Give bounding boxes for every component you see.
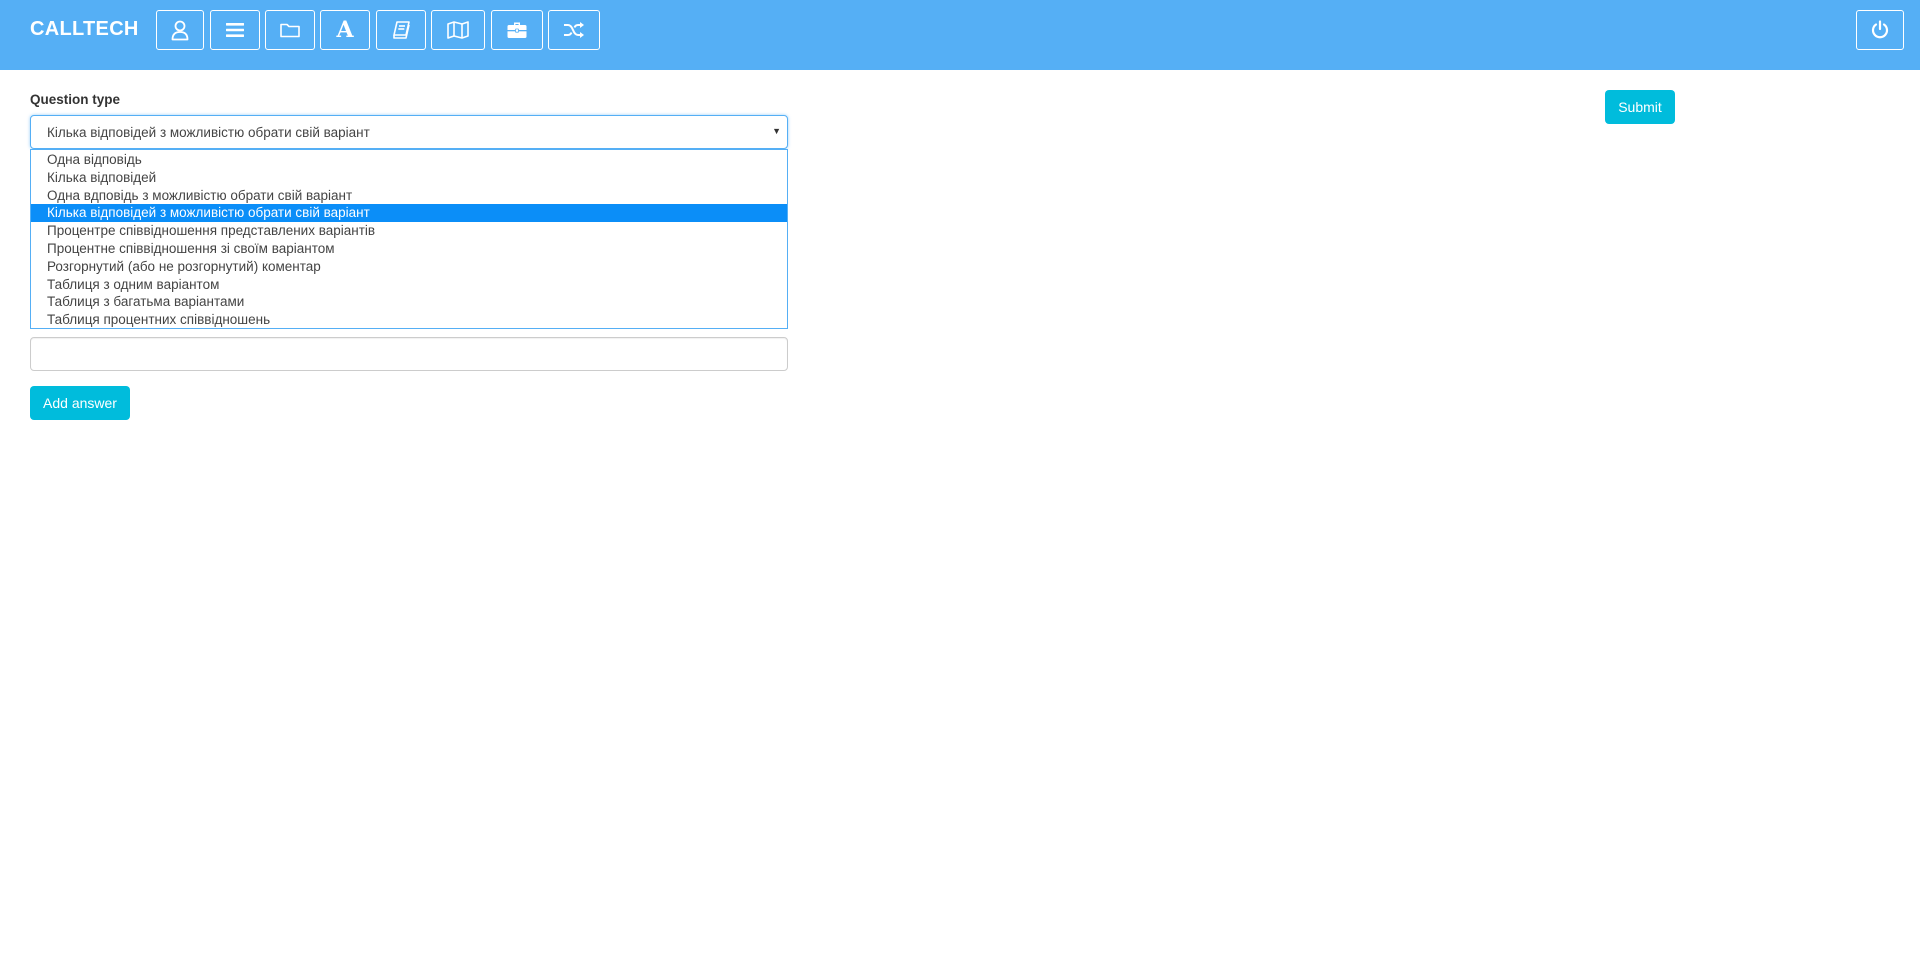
nav-folder-button[interactable]	[265, 10, 315, 50]
user-icon	[171, 20, 189, 41]
nav-font-button[interactable]: A	[320, 10, 370, 50]
question-type-option[interactable]: Процентне співвідношення зі своїм варіан…	[31, 240, 787, 258]
brand-logo[interactable]: CALLTECH	[30, 18, 139, 41]
power-icon	[1871, 20, 1889, 39]
book-icon	[393, 21, 410, 39]
shuffle-icon	[564, 22, 584, 38]
question-type-option[interactable]: Таблиця з одним варіантом	[31, 276, 787, 294]
folder-icon	[280, 23, 300, 38]
top-navbar: CALLTECH A	[0, 0, 1920, 70]
question-type-option[interactable]: Таблиця процентних співвідношень	[31, 311, 787, 329]
question-type-option[interactable]: Одна відповідь	[31, 151, 787, 169]
question-type-option[interactable]: Одна вдповідь з можливістю обрати свій в…	[31, 187, 787, 205]
logout-button[interactable]	[1856, 10, 1904, 50]
nav-list-button[interactable]	[210, 10, 260, 50]
question-type-selected-value: Кілька відповідей з можливістю обрати св…	[47, 125, 370, 140]
nav-shuffle-button[interactable]	[548, 10, 600, 50]
question-type-option[interactable]: Таблиця з багатьма варіантами	[31, 293, 787, 311]
font-icon: A	[336, 17, 354, 43]
submit-button[interactable]: Submit	[1605, 90, 1675, 124]
briefcase-icon	[507, 22, 527, 38]
map-icon	[447, 21, 469, 39]
question-type-option-selected[interactable]: Кілька відповідей з можливістю обрати св…	[31, 204, 787, 223]
question-type-option[interactable]: Процентре співвідношення представлених в…	[31, 222, 787, 240]
dropdown-arrow-icon: ▼	[772, 126, 781, 136]
add-answer-button[interactable]: Add answer	[30, 386, 130, 420]
question-type-options-list: Одна відповідь Кілька відповідей Одна вд…	[30, 149, 788, 329]
question-type-option[interactable]: Кілька відповідей	[31, 169, 787, 187]
question-type-label: Question type	[30, 92, 121, 107]
nav-user-button[interactable]	[156, 10, 204, 50]
list-icon	[226, 23, 244, 37]
answer-input[interactable]	[30, 337, 788, 371]
nav-briefcase-button[interactable]	[491, 10, 543, 50]
nav-map-button[interactable]	[431, 10, 485, 50]
question-type-option[interactable]: Розгорнутий (або не розгорнутий) комента…	[31, 258, 787, 276]
question-type-select[interactable]: Кілька відповідей з можливістю обрати св…	[30, 115, 788, 149]
nav-book-button[interactable]	[376, 10, 426, 50]
